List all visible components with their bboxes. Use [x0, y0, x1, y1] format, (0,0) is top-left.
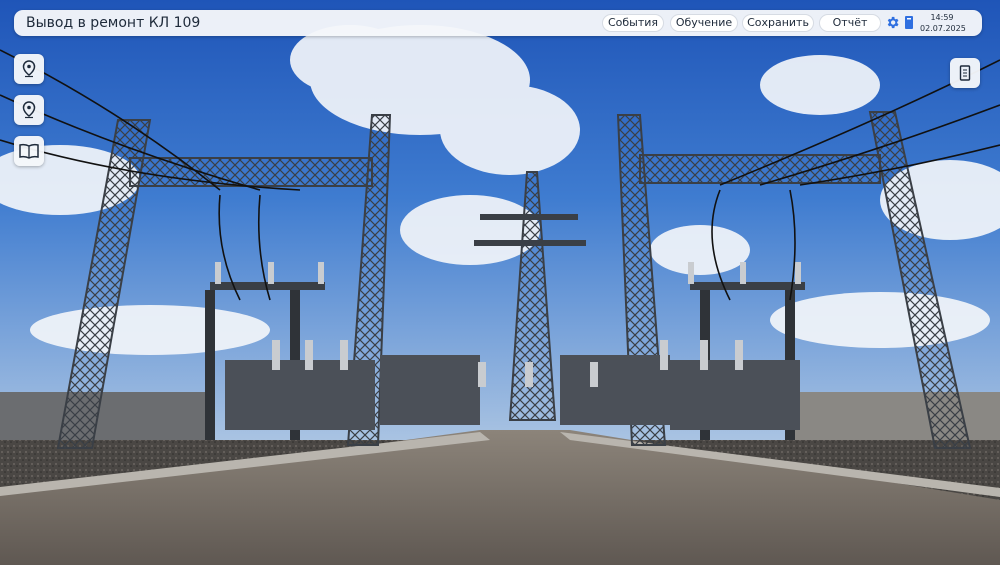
location-button-2[interactable]	[14, 95, 44, 125]
events-button[interactable]: События	[602, 14, 664, 32]
substation-3d-scene	[0, 0, 1000, 565]
training-button[interactable]: Обучение	[670, 14, 738, 32]
clock-date: 02.07.2025	[920, 24, 966, 33]
save-button[interactable]: Сохранить	[742, 14, 814, 32]
top-toolbar: Вывод в ремонт КЛ 109 События Обучение С…	[14, 10, 982, 36]
gear-icon[interactable]	[885, 15, 900, 35]
book-icon[interactable]	[904, 15, 914, 35]
open-book-icon	[19, 143, 39, 159]
clock: 14:59 02.07.2025	[920, 12, 966, 34]
notebook-button[interactable]	[950, 58, 980, 88]
fence-left	[0, 392, 210, 440]
fence-right	[790, 392, 1000, 444]
manual-button[interactable]	[14, 136, 44, 166]
location-button-1[interactable]	[14, 54, 44, 84]
map-pin-icon	[22, 101, 36, 119]
page-title: Вывод в ремонт КЛ 109	[26, 15, 201, 31]
report-button[interactable]: Отчёт	[819, 14, 881, 32]
notebook-icon	[959, 65, 971, 81]
map-pin-icon	[22, 60, 36, 78]
clock-time: 14:59	[930, 13, 954, 22]
